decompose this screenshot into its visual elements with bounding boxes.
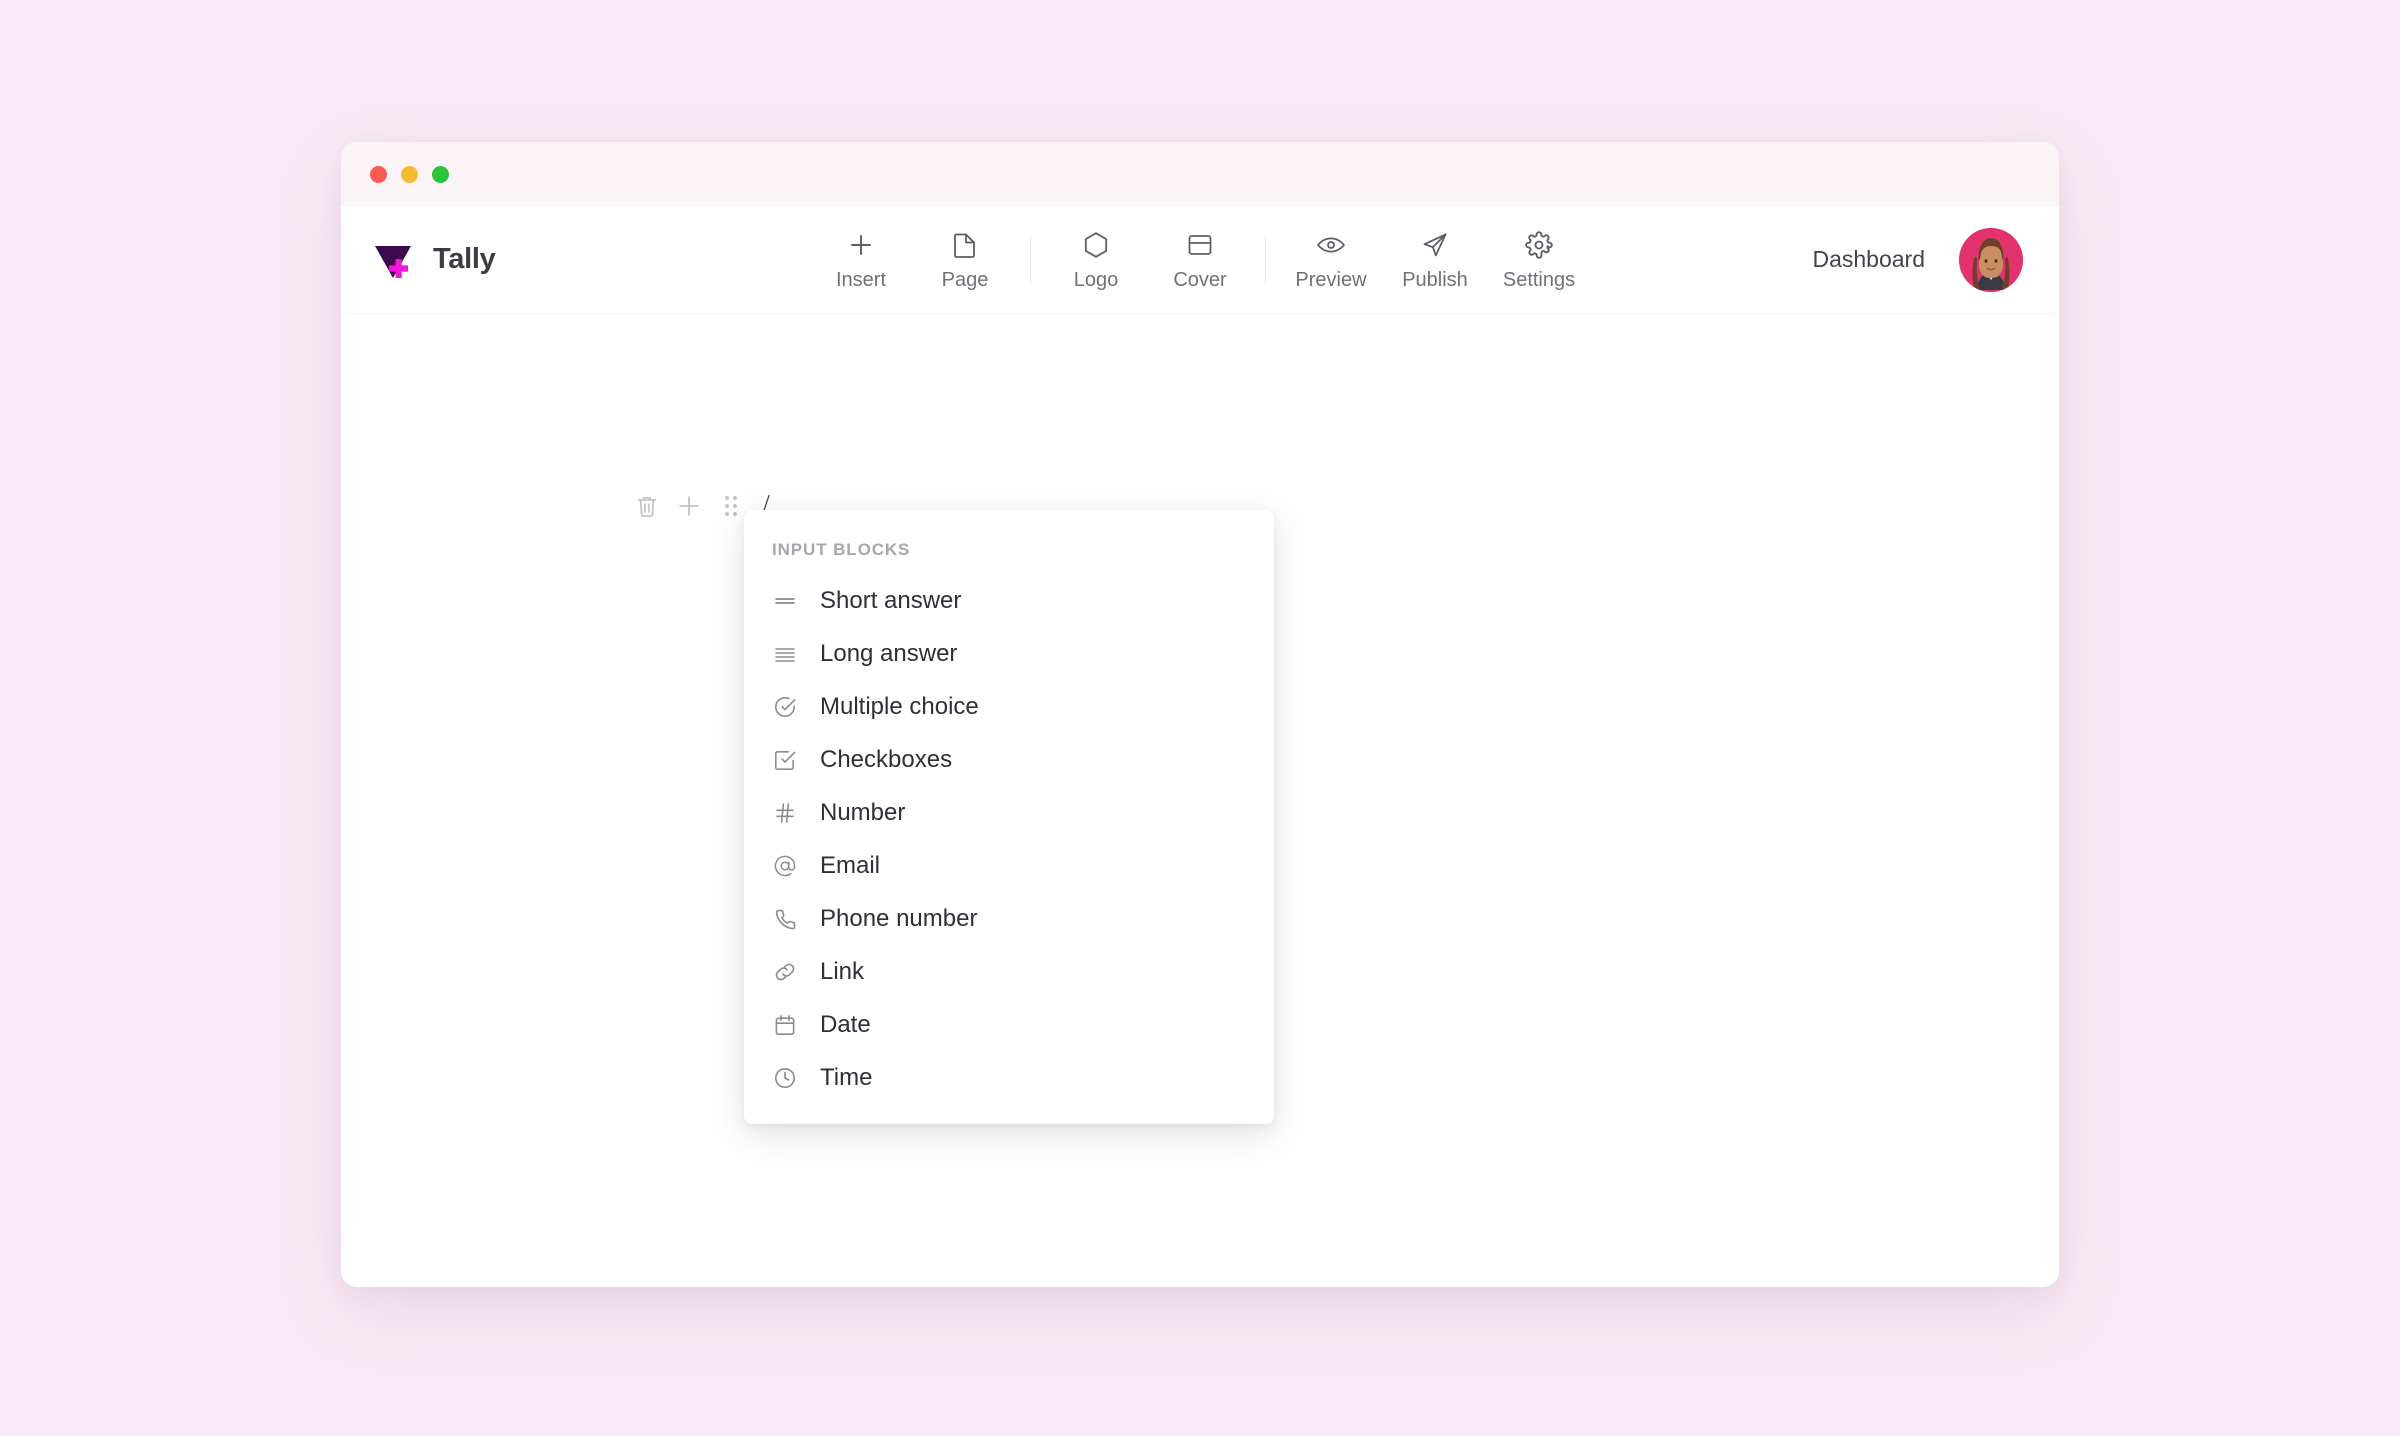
menu-item-label: Checkboxes xyxy=(820,745,953,773)
toolbar-label-insert: Insert xyxy=(835,268,887,291)
hash-icon xyxy=(772,800,798,826)
window-minimize-button[interactable] xyxy=(401,165,418,183)
menu-item-short-answer[interactable]: Short answer xyxy=(744,574,1274,627)
eye-icon xyxy=(1316,228,1346,262)
toolbar-button-settings[interactable]: Settings xyxy=(1487,222,1591,298)
tally-logo-icon xyxy=(371,238,415,282)
plus-icon xyxy=(847,228,875,262)
menu-item-label: Long answer xyxy=(820,639,958,667)
menu-item-checkboxes[interactable]: Checkboxes xyxy=(744,733,1274,786)
menu-section-heading: INPUT BLOCKS xyxy=(772,540,911,559)
link-icon xyxy=(772,959,798,985)
brand[interactable]: Tally xyxy=(371,238,496,282)
paper-plane-icon xyxy=(1421,228,1449,262)
toolbar-divider xyxy=(1030,236,1031,283)
header-right: Dashboard xyxy=(1812,227,2023,292)
square-check-icon xyxy=(772,747,798,773)
menu-item-label: Short answer xyxy=(820,586,962,614)
app-header: Tally Insert Page Logo Cover Preview Pub… xyxy=(341,206,2059,314)
dashboard-link[interactable]: Dashboard xyxy=(1812,246,1925,273)
cover-icon xyxy=(1186,228,1214,262)
clock-icon xyxy=(772,1065,798,1091)
at-sign-icon xyxy=(772,853,798,879)
menu-item-label: Multiple choice xyxy=(820,692,979,720)
toolbar-label-page: Page xyxy=(941,268,989,291)
brand-name: Tally xyxy=(433,243,496,275)
window-close-button[interactable] xyxy=(370,165,387,183)
four-lines-icon xyxy=(772,641,798,667)
toolbar-label-logo: Logo xyxy=(1073,268,1119,291)
menu-item-email[interactable]: Email xyxy=(744,839,1274,892)
menu-item-label: Phone number xyxy=(820,904,978,932)
menu-item-label: Link xyxy=(820,957,865,985)
slash-command-menu: INPUT BLOCKS Short answer Long answer Mu… xyxy=(744,510,1274,1124)
page-icon xyxy=(952,228,978,262)
avatar[interactable] xyxy=(1959,227,2023,292)
toolbar-button-cover[interactable]: Cover xyxy=(1148,222,1252,298)
menu-item-phone-number[interactable]: Phone number xyxy=(744,892,1274,945)
app-window: Tally Insert Page Logo Cover Preview Pub… xyxy=(341,142,2059,1287)
toolbar-label-preview: Preview xyxy=(1295,268,1367,291)
toolbar-button-insert[interactable]: Insert xyxy=(809,222,913,298)
menu-item-multiple-choice[interactable]: Multiple choice xyxy=(744,680,1274,733)
form-editor-canvas: / INPUT BLOCKS Short answer Long answer … xyxy=(341,314,2059,1287)
toolbar-divider xyxy=(1265,236,1266,283)
add-block-plus-icon[interactable] xyxy=(668,486,710,526)
editor-toolbar: Insert Page Logo Cover Preview Publish S… xyxy=(809,222,1591,298)
calendar-icon xyxy=(772,1012,798,1038)
menu-item-link[interactable]: Link xyxy=(744,945,1274,998)
menu-item-time[interactable]: Time xyxy=(744,1051,1274,1104)
toolbar-button-preview[interactable]: Preview xyxy=(1279,222,1383,298)
trash-icon[interactable] xyxy=(626,486,668,526)
toolbar-button-publish[interactable]: Publish xyxy=(1383,222,1487,298)
gear-icon xyxy=(1525,228,1553,262)
menu-item-label: Number xyxy=(820,798,906,826)
toolbar-button-logo[interactable]: Logo xyxy=(1044,222,1148,298)
menu-item-long-answer[interactable]: Long answer xyxy=(744,627,1274,680)
toolbar-label-settings: Settings xyxy=(1502,268,1576,291)
window-maximize-button[interactable] xyxy=(432,165,449,183)
menu-item-date[interactable]: Date xyxy=(744,998,1274,1051)
menu-item-label: Date xyxy=(820,1010,871,1038)
two-lines-icon xyxy=(772,588,798,614)
toolbar-label-cover: Cover xyxy=(1173,268,1227,291)
menu-item-label: Email xyxy=(820,851,881,879)
menu-item-number[interactable]: Number xyxy=(744,786,1274,839)
toolbar-button-page[interactable]: Page xyxy=(913,222,1017,298)
menu-item-label: Time xyxy=(820,1063,873,1091)
toolbar-label-publish: Publish xyxy=(1402,268,1468,291)
window-titlebar xyxy=(341,142,2059,206)
circle-check-icon xyxy=(772,694,798,720)
phone-icon xyxy=(772,906,798,932)
hexagon-icon xyxy=(1082,228,1110,262)
